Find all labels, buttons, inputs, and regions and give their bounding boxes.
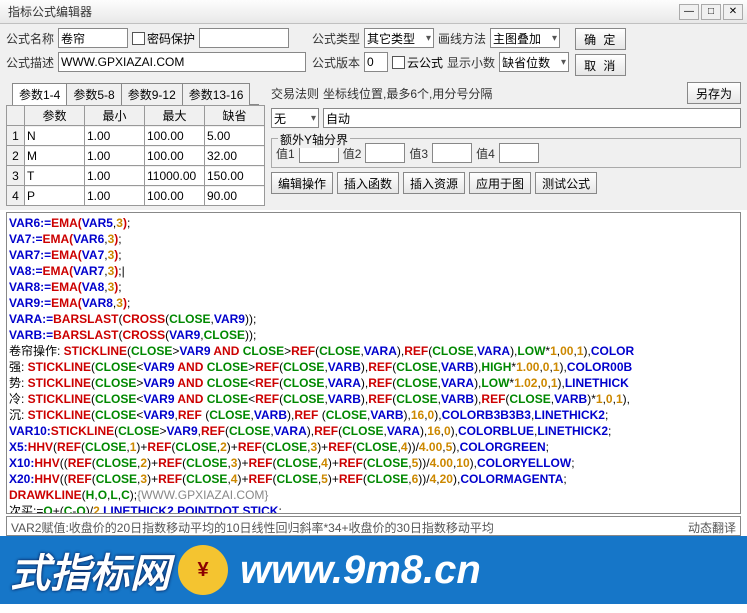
window-title: 指标公式编辑器 (4, 3, 679, 20)
param-cell[interactable] (85, 147, 144, 165)
decimal-label: 显示小数 (447, 54, 495, 71)
insert-res-button[interactable]: 插入资源 (403, 172, 465, 194)
param-header: 最大 (145, 106, 205, 126)
type-label: 公式类型 (312, 30, 360, 47)
version-input[interactable] (364, 52, 388, 72)
trade-label: 交易法则 (271, 85, 319, 102)
param-header: 最小 (85, 106, 145, 126)
trade-select[interactable]: 无 (271, 108, 319, 128)
ok-button[interactable]: 确 定 (575, 28, 626, 50)
version-label: 公式版本 (312, 54, 360, 71)
param-cell[interactable] (205, 127, 264, 145)
password-input[interactable] (199, 28, 289, 48)
param-cell[interactable] (205, 187, 264, 205)
draw-select[interactable]: 主图叠加 (490, 28, 560, 48)
minimize-icon[interactable]: — (679, 4, 699, 20)
status-text: VAR2赋值:收盘价的20日指数移动平均的10日线性回归斜率*34+收盘价的30… (11, 519, 494, 533)
checkbox-icon (132, 32, 145, 45)
param-row-num: 2 (7, 146, 25, 166)
banner-logo-icon: ¥ (178, 545, 228, 595)
param-tab-2[interactable]: 参数9-12 (121, 83, 183, 105)
desc-input[interactable] (58, 52, 306, 72)
test-button[interactable]: 测试公式 (535, 172, 597, 194)
type-select[interactable]: 其它类型 (364, 28, 434, 48)
maximize-icon[interactable]: □ (701, 4, 721, 20)
param-cell[interactable] (25, 167, 84, 185)
banner-url: www.9m8.cn (240, 548, 481, 593)
param-cell[interactable] (145, 147, 204, 165)
coord-hint: 坐标线位置,最多6个,用分号分隔 (323, 85, 683, 102)
param-tab-3[interactable]: 参数13-16 (182, 83, 251, 105)
param-cell[interactable] (145, 167, 204, 185)
status-right: 动态翻译 (688, 519, 736, 533)
edit-op-button[interactable]: 编辑操作 (271, 172, 333, 194)
v4-input[interactable] (499, 143, 539, 163)
param-cell[interactable] (205, 147, 264, 165)
code-editor[interactable]: VAR6:=EMA(VAR5,3);VA7:=EMA(VAR6,3);VAR7:… (6, 212, 741, 514)
saveas-button[interactable]: 另存为 (687, 82, 741, 104)
close-icon[interactable]: ✕ (723, 4, 743, 20)
param-header: 参数 (25, 106, 85, 126)
param-cell[interactable] (145, 187, 204, 205)
v3-input[interactable] (432, 143, 472, 163)
param-cell[interactable] (25, 147, 84, 165)
status-bar: VAR2赋值:收盘价的20日指数移动平均的10日线性回归斜率*34+收盘价的30… (6, 516, 741, 536)
name-label: 公式名称 (6, 30, 54, 47)
extra-y-group: 额外Y轴分界 值1 值2 值3 值4 (271, 138, 741, 168)
param-row-num: 4 (7, 186, 25, 206)
coord-input[interactable] (323, 108, 741, 128)
apply-button[interactable]: 应用于图 (469, 172, 531, 194)
param-cell[interactable] (25, 127, 84, 145)
insert-fn-button[interactable]: 插入函数 (337, 172, 399, 194)
desc-label: 公式描述 (6, 54, 54, 71)
password-checkbox[interactable]: 密码保护 (132, 30, 195, 47)
param-tabs: 参数1-4参数5-8参数9-12参数13-16 (12, 82, 259, 105)
banner-left-text: 式指标网 (10, 541, 170, 599)
param-cell[interactable] (85, 187, 144, 205)
param-row-num: 1 (7, 126, 25, 146)
checkbox-icon (392, 56, 405, 69)
footer-banner: 式指标网 ¥ www.9m8.cn (0, 536, 747, 604)
param-cell[interactable] (205, 167, 264, 185)
param-cell[interactable] (145, 127, 204, 145)
param-header: 缺省 (205, 106, 265, 126)
param-tab-1[interactable]: 参数5-8 (66, 83, 121, 105)
titlebar: 指标公式编辑器 — □ ✕ (0, 0, 747, 24)
param-cell[interactable] (85, 167, 144, 185)
name-input[interactable] (58, 28, 128, 48)
decimal-select[interactable]: 缺省位数 (499, 52, 569, 72)
param-row-num: 3 (7, 166, 25, 186)
param-tab-0[interactable]: 参数1-4 (12, 83, 67, 105)
param-table: 参数最小最大缺省 1234 (6, 105, 265, 206)
param-cell[interactable] (85, 127, 144, 145)
draw-label: 画线方法 (438, 30, 486, 47)
cloud-checkbox[interactable]: 云公式 (392, 54, 443, 71)
param-cell[interactable] (25, 187, 84, 205)
cancel-button[interactable]: 取 消 (575, 54, 626, 76)
v2-input[interactable] (365, 143, 405, 163)
